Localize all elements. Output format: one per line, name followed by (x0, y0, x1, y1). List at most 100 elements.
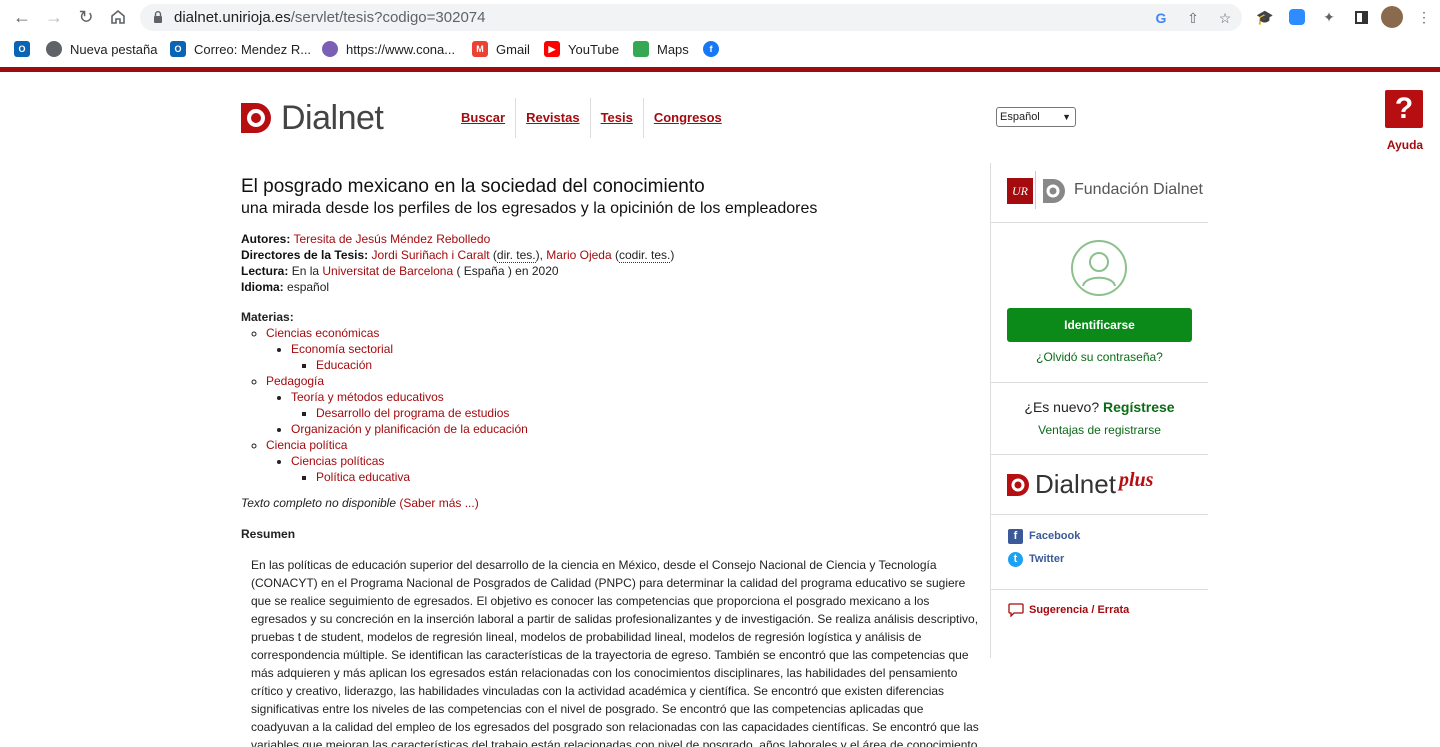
facebook-icon: f (1008, 528, 1023, 544)
twitter-label: Twitter (1029, 553, 1065, 565)
side-panel-icon[interactable] (1350, 6, 1372, 28)
bookmark-star-icon[interactable]: ☆ (1216, 9, 1234, 27)
profile-avatar[interactable] (1381, 6, 1403, 28)
foundation-text: Fundación Dialnet (1074, 181, 1203, 198)
share-icon[interactable]: ⇧ (1184, 9, 1202, 27)
director-role: dir. tes. (496, 248, 536, 263)
nav-congresos[interactable]: Congresos (644, 98, 732, 138)
facebook-icon: f (703, 41, 719, 57)
zoom-extension-icon[interactable] (1286, 6, 1308, 28)
language-select-value: Español (1000, 111, 1040, 123)
google-icon[interactable]: G (1152, 9, 1170, 27)
url-host: dialnet.unirioja.es (174, 9, 291, 26)
reload-icon[interactable]: ↻ (74, 5, 98, 29)
outlook-icon: O (170, 41, 186, 57)
subject-link[interactable]: Política educativa (316, 470, 410, 484)
bookmark-maps[interactable]: Maps (633, 40, 689, 58)
subject-link[interactable]: Organización y planificación de la educa… (291, 422, 528, 436)
register-prompt: ¿Es nuevo? Regístrese (991, 399, 1208, 415)
language-row: Idioma: español (241, 279, 981, 295)
main-nav: Buscar Revistas Tesis Congresos (451, 98, 732, 138)
bookmark-conacyt[interactable]: https://www.cona... (322, 40, 455, 58)
university-link[interactable]: Universitat de Barcelona (322, 264, 453, 278)
errata-link[interactable]: Sugerencia / Errata (1008, 603, 1129, 617)
back-icon[interactable]: ← (10, 5, 34, 29)
bookmark-outlook[interactable]: O (14, 40, 38, 58)
subject-link[interactable]: Desarrollo del programa de estudios (316, 406, 509, 420)
dialnet-logo-icon (241, 103, 271, 133)
nav-tesis[interactable]: Tesis (591, 98, 644, 138)
subject-item: Pedagogía Teoría y métodos educativos De… (266, 373, 981, 437)
thesis-subtitle: una mirada desde los perfiles de los egr… (241, 200, 818, 217)
reading-post: ( España ) en 2020 (456, 264, 559, 278)
outlook-icon: O (14, 41, 30, 57)
dialnet-plus-banner[interactable]: Dialnet plus (991, 455, 1208, 515)
menu-kebab-icon[interactable]: ⋮ (1413, 6, 1435, 28)
authors-row: Autores: Teresita de Jesús Méndez Reboll… (241, 231, 981, 247)
directors-label: Directores de la Tesis: (241, 248, 369, 262)
subject-link[interactable]: Pedagogía (266, 374, 324, 388)
speech-bubble-icon (1008, 603, 1024, 617)
subject-link[interactable]: Economía sectorial (291, 342, 393, 356)
subject-link[interactable]: Teoría y métodos educativos (291, 390, 444, 404)
help-label[interactable]: Ayuda (1385, 138, 1425, 152)
extensions-puzzle-icon[interactable]: ✦ (1318, 6, 1340, 28)
bookmark-label: Nueva pestaña (70, 41, 158, 57)
subject-link[interactable]: Ciencias políticas (291, 454, 384, 468)
globe-icon (46, 41, 62, 57)
graduation-cap-icon[interactable]: 🎓 (1254, 6, 1276, 28)
bookmark-new-tab[interactable]: Nueva pestaña (46, 40, 157, 58)
bookmark-label: YouTube (568, 41, 620, 57)
foundation-banner[interactable]: UR Fundación Dialnet (991, 163, 1208, 223)
logo-text: Dialnet (281, 98, 384, 137)
lock-icon (154, 11, 162, 23)
facebook-link[interactable]: f Facebook (1008, 528, 1080, 544)
abstract-text: En las políticas de educación superior d… (251, 558, 981, 747)
bookmark-facebook[interactable]: f (703, 40, 727, 58)
dialnet-logo[interactable]: Dialnet (241, 98, 384, 137)
bookmarks-bar: O Nueva pestaña O Correo: Mendez R... ht… (0, 35, 1440, 63)
director-link[interactable]: Jordi Suriñach i Caralt (372, 248, 490, 262)
twitter-icon: t (1008, 551, 1023, 567)
nav-buscar[interactable]: Buscar (451, 98, 517, 138)
forgot-password-link[interactable]: ¿Olvidó su contraseña? (991, 350, 1208, 364)
learn-more-link[interactable]: (Saber más ...) (399, 496, 478, 510)
subjects: Materias: Ciencias económicas Economía s… (241, 309, 981, 485)
register-section: ¿Es nuevo? Regístrese Ventajas de regist… (991, 383, 1208, 455)
codirector-role: codir. tes. (619, 248, 671, 263)
reading-label: Lectura: (241, 264, 289, 278)
codirector-link[interactable]: Mario Ojeda (546, 248, 611, 262)
register-link[interactable]: Regístrese (1103, 399, 1175, 415)
author-link[interactable]: Teresita de Jesús Méndez Rebolledo (293, 232, 490, 246)
bookmark-mail[interactable]: O Correo: Mendez R... (170, 40, 311, 58)
subjects-label: Materias: (241, 310, 294, 324)
address-bar[interactable]: dialnet.unirioja.es/servlet/tesis?codigo… (140, 4, 1242, 31)
conacyt-icon (322, 41, 338, 57)
errata-label: Sugerencia / Errata (1029, 604, 1130, 616)
bookmark-youtube[interactable]: ▶ YouTube (544, 40, 619, 58)
directors-row: Directores de la Tesis: Jordi Suriñach i… (241, 248, 675, 263)
maps-icon (633, 41, 649, 57)
fulltext-text: Texto completo no disponible (241, 496, 396, 510)
subject-item: Desarrollo del programa de estudios (316, 405, 981, 421)
dialnet-plus-word: Dialnet (1035, 469, 1116, 499)
gmail-icon: M (472, 41, 488, 57)
nav-revistas[interactable]: Revistas (516, 98, 591, 138)
home-icon[interactable] (106, 5, 130, 29)
help-widget[interactable]: ? Ayuda (1385, 90, 1425, 152)
login-section: Identificarse ¿Olvidó su contraseña? (991, 223, 1208, 383)
subject-link[interactable]: Ciencia política (266, 438, 347, 452)
facebook-label: Facebook (1029, 530, 1081, 542)
help-icon[interactable]: ? (1385, 90, 1423, 128)
chevron-down-icon: ▼ (1062, 112, 1071, 122)
forward-icon[interactable]: → (42, 5, 66, 29)
subject-link[interactable]: Ciencias económicas (266, 326, 379, 340)
subject-link[interactable]: Educación (316, 358, 372, 372)
url-path: /servlet/tesis?codigo=302074 (290, 9, 486, 26)
bookmark-gmail[interactable]: M Gmail (472, 40, 530, 58)
subject-item: Ciencias económicas Economía sectorial E… (266, 325, 981, 373)
login-button[interactable]: Identificarse (1007, 308, 1192, 342)
register-advantages-link[interactable]: Ventajas de registrarse (991, 423, 1208, 437)
twitter-link[interactable]: t Twitter (1008, 551, 1064, 567)
language-select[interactable]: Español ▼ (996, 107, 1076, 127)
